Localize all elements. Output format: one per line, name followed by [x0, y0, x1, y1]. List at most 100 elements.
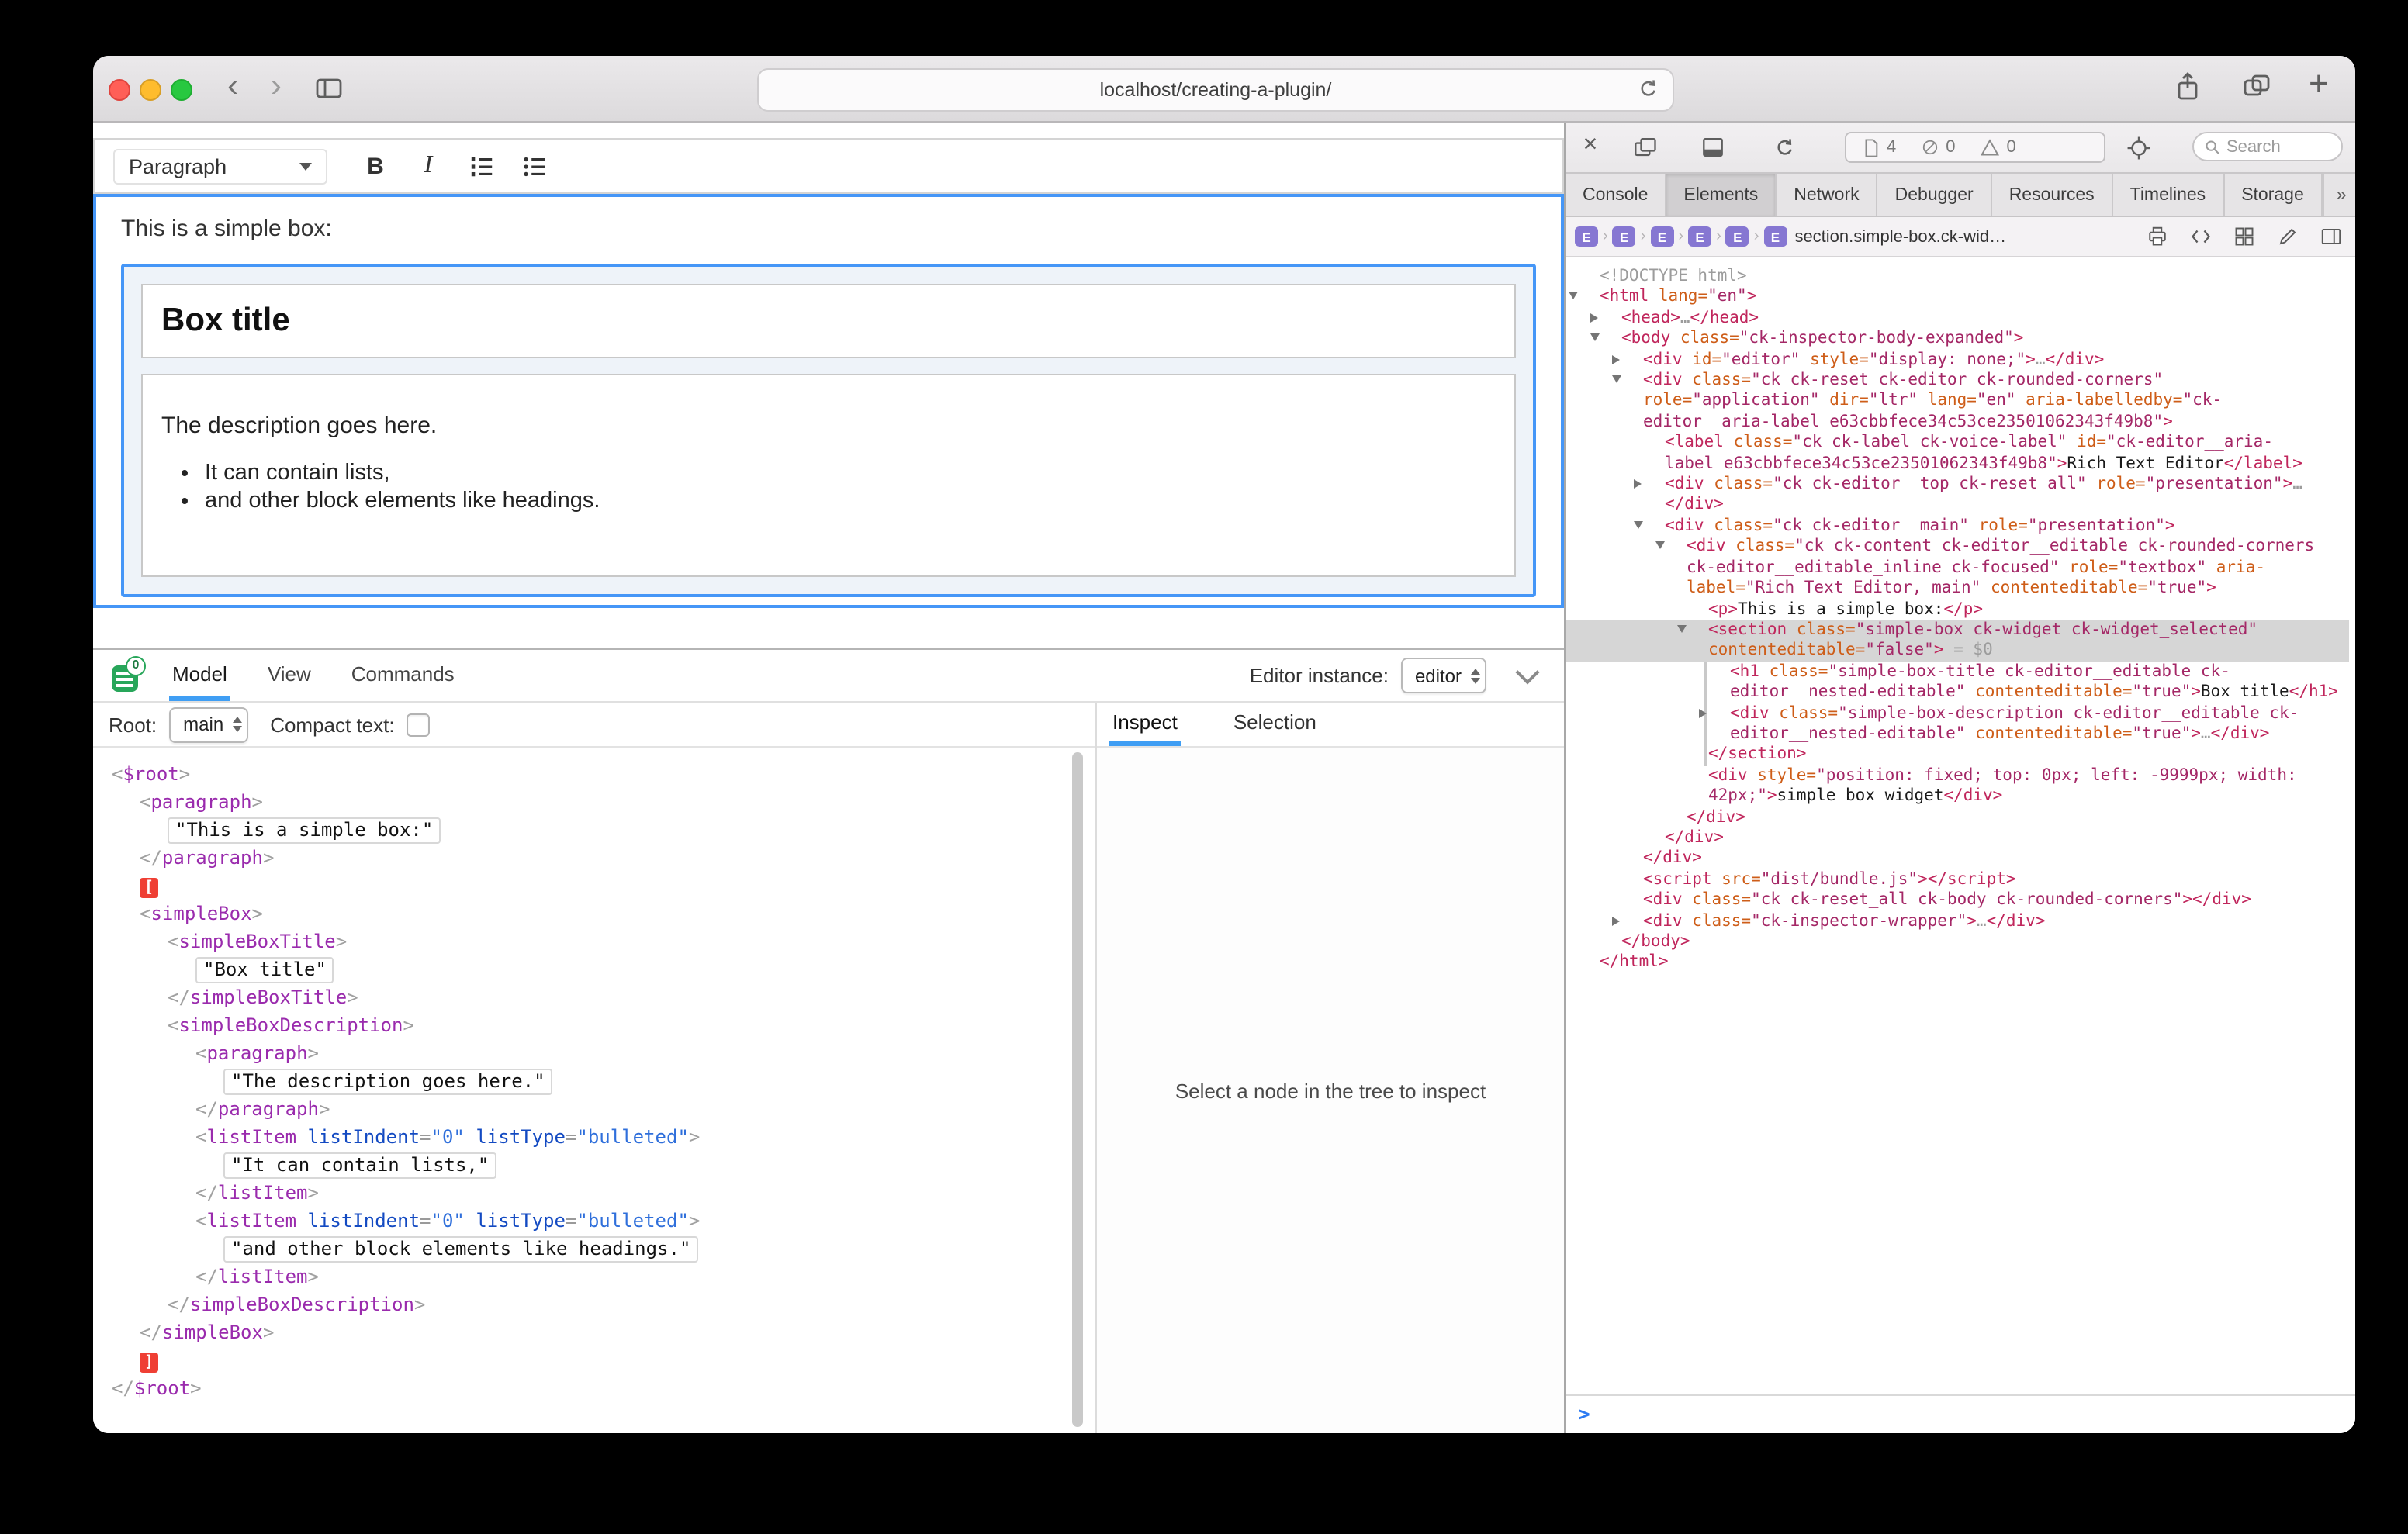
disclosure-triangle-icon[interactable] [1649, 475, 1665, 496]
dom-tree-line[interactable]: <div class="ck ck-editor__top ck-reset_a… [1566, 475, 2349, 517]
breadcrumb-selected-element[interactable]: section.simple-box.ck-wid… [1794, 227, 2006, 246]
share-button[interactable] [2172, 70, 2203, 104]
dom-tree-line[interactable]: <label class="ck ck-label ck-voice-label… [1566, 434, 2349, 475]
simple-box-description[interactable]: The description goes here. It can contai… [141, 374, 1516, 577]
tab-network[interactable]: Network [1777, 174, 1877, 216]
numbered-list-button[interactable] [458, 146, 504, 186]
disclosure-triangle-icon[interactable] [1671, 537, 1687, 558]
editor-instance-select[interactable]: editor [1401, 658, 1486, 693]
tab-inspect[interactable]: Inspect [1109, 703, 1181, 746]
resource-count-badge[interactable]: 4 [1862, 137, 1896, 157]
model-tree-line[interactable]: "It can contain lists," [93, 1151, 1095, 1179]
list-item[interactable]: It can contain lists, [205, 461, 1496, 485]
tab-console[interactable]: Console [1566, 174, 1666, 216]
disclosure-triangle-icon[interactable] [1649, 517, 1665, 537]
element-picker-button[interactable] [2121, 132, 2155, 163]
tab-overview-button[interactable] [2240, 70, 2273, 102]
warning-count-badge[interactable]: 0 [1981, 138, 2016, 157]
model-text-node[interactable]: "This is a simple box:" [168, 817, 441, 844]
dock-side-button[interactable] [1628, 132, 1662, 163]
dom-tree-line[interactable]: </div> [1566, 807, 2349, 828]
dom-tree-line-selected[interactable]: <section class="simple-box ck-widget ck-… [1566, 620, 2349, 662]
disclosure-triangle-icon[interactable] [1714, 703, 1730, 724]
inspector-search-field[interactable]: Search [2192, 132, 2343, 161]
model-tree-line[interactable]: "The description goes here." [93, 1067, 1095, 1095]
model-tree-line[interactable]: </listItem> [93, 1179, 1095, 1207]
editor-editable-area[interactable]: This is a simple box: Box title The desc… [93, 194, 1564, 608]
disclosure-triangle-icon[interactable] [1628, 350, 1643, 371]
bulleted-list-button[interactable] [510, 146, 557, 186]
dom-tree-line[interactable]: </section> [1704, 745, 2349, 766]
dom-tree-line[interactable]: <!DOCTYPE html> [1566, 267, 2349, 288]
model-tree-line[interactable]: "This is a simple box:" [93, 816, 1095, 844]
model-tree-line[interactable]: <paragraph> [93, 1039, 1095, 1067]
close-window-button[interactable] [109, 79, 130, 101]
model-tree-line[interactable]: [ [93, 872, 1095, 900]
model-text-node[interactable]: "The description goes here." [223, 1069, 553, 1095]
sidebar-toggle-button[interactable] [313, 73, 344, 104]
breadcrumb-element-badge[interactable]: E [1613, 226, 1636, 247]
model-tree-line[interactable]: "and other block elements like headings.… [93, 1235, 1095, 1263]
dom-tree-line[interactable]: </div> [1566, 828, 2349, 849]
layout-grid-button[interactable] [2233, 225, 2256, 248]
dom-tree-line[interactable]: <div class="ck ck-reset_all ck-body ck-r… [1566, 890, 2349, 911]
compact-text-checkbox[interactable] [407, 713, 431, 736]
edit-button[interactable] [2276, 225, 2299, 248]
forward-button[interactable]: › [258, 67, 295, 107]
model-tree-line[interactable]: </listItem> [93, 1263, 1095, 1290]
simple-box-title[interactable]: Box title [141, 284, 1516, 358]
error-count-badge[interactable]: 0 [1921, 138, 1955, 157]
tab-debugger[interactable]: Debugger [1878, 174, 1992, 216]
dom-tree-line[interactable]: <div class="ck ck-content ck-editor__edi… [1566, 537, 2349, 599]
address-bar[interactable]: localhost/creating-a-plugin/ [757, 68, 1674, 112]
disclosure-triangle-icon[interactable] [1628, 911, 1643, 932]
model-tree-line[interactable]: <listItem listIndent="0" listType="bulle… [93, 1207, 1095, 1235]
tab-overflow-button[interactable]: » [2323, 174, 2355, 216]
details-sidebar-button[interactable] [2320, 225, 2343, 248]
model-tree-line[interactable]: <simpleBox> [93, 900, 1095, 928]
dom-tree-line[interactable]: <script src="dist/bundle.js"></script> [1566, 870, 2349, 891]
model-tree-scrollbar[interactable] [1072, 752, 1083, 1427]
model-tree-line[interactable]: <paragraph> [93, 788, 1095, 816]
disclosure-triangle-icon[interactable] [1628, 371, 1643, 392]
close-inspector-button[interactable]: × [1573, 130, 1607, 161]
simple-box-widget[interactable]: Box title The description goes here. It … [121, 264, 1536, 597]
breadcrumb-element-badge[interactable]: E [1688, 226, 1711, 247]
disclosure-triangle-icon[interactable] [1693, 620, 1708, 641]
dom-tree-line[interactable]: <p>This is a simple box:</p> [1566, 599, 2349, 620]
dom-tree-line[interactable]: <div class="simple-box-description ck-ed… [1704, 703, 2349, 745]
dock-bottom-button[interactable] [1696, 132, 1730, 163]
new-tab-button[interactable]: + [2309, 64, 2329, 104]
dom-tree-line[interactable]: </div> [1566, 849, 2349, 870]
tab-model[interactable]: Model [169, 650, 230, 701]
dom-tree-line[interactable]: <h1 class="simple-box-title ck-editor__e… [1704, 662, 2349, 703]
minimize-window-button[interactable] [140, 79, 161, 101]
model-tree-line[interactable]: <simpleBoxTitle> [93, 928, 1095, 955]
list-item[interactable]: and other block elements like headings. [205, 489, 1496, 513]
model-tree-line[interactable]: </simpleBoxDescription> [93, 1290, 1095, 1318]
dom-tree-line[interactable]: <div class="ck ck-reset ck-editor ck-rou… [1566, 371, 2349, 433]
dom-tree-line[interactable]: <div class="ck-inspector-wrapper">…</div… [1566, 911, 2349, 932]
dom-tree-line[interactable]: <html lang="en"> [1566, 288, 2349, 309]
tab-elements[interactable]: Elements [1666, 174, 1777, 216]
model-tree-line[interactable]: <$root> [93, 760, 1095, 788]
model-tree-line[interactable]: </simpleBoxTitle> [93, 983, 1095, 1011]
model-tree-line[interactable]: <simpleBoxDescription> [93, 1011, 1095, 1039]
fullscreen-window-button[interactable] [171, 79, 192, 101]
show-source-button[interactable] [2189, 225, 2213, 248]
model-tree-line[interactable]: </simpleBox> [93, 1318, 1095, 1346]
dom-tree-line[interactable]: <div id="editor" style="display: none;">… [1566, 350, 2349, 371]
disclosure-triangle-icon[interactable] [1606, 329, 1621, 350]
model-tree-line[interactable]: ] [93, 1346, 1095, 1374]
root-select[interactable]: main [169, 707, 248, 742]
tab-commands[interactable]: Commands [348, 650, 458, 701]
back-button[interactable]: ‹ [214, 67, 251, 107]
breadcrumb-element-badge[interactable]: E [1575, 226, 1598, 247]
paragraph-style-dropdown[interactable]: Paragraph [113, 148, 327, 184]
model-tree-line[interactable]: "Box title" [93, 955, 1095, 983]
dom-tree[interactable]: <!DOCTYPE html><html lang="en"><head>…</… [1566, 257, 2355, 1394]
model-tree-line[interactable]: </paragraph> [93, 844, 1095, 872]
box-title-heading[interactable]: Box title [161, 302, 1496, 340]
tab-view[interactable]: View [265, 650, 314, 701]
tab-resources[interactable]: Resources [1992, 174, 2113, 216]
